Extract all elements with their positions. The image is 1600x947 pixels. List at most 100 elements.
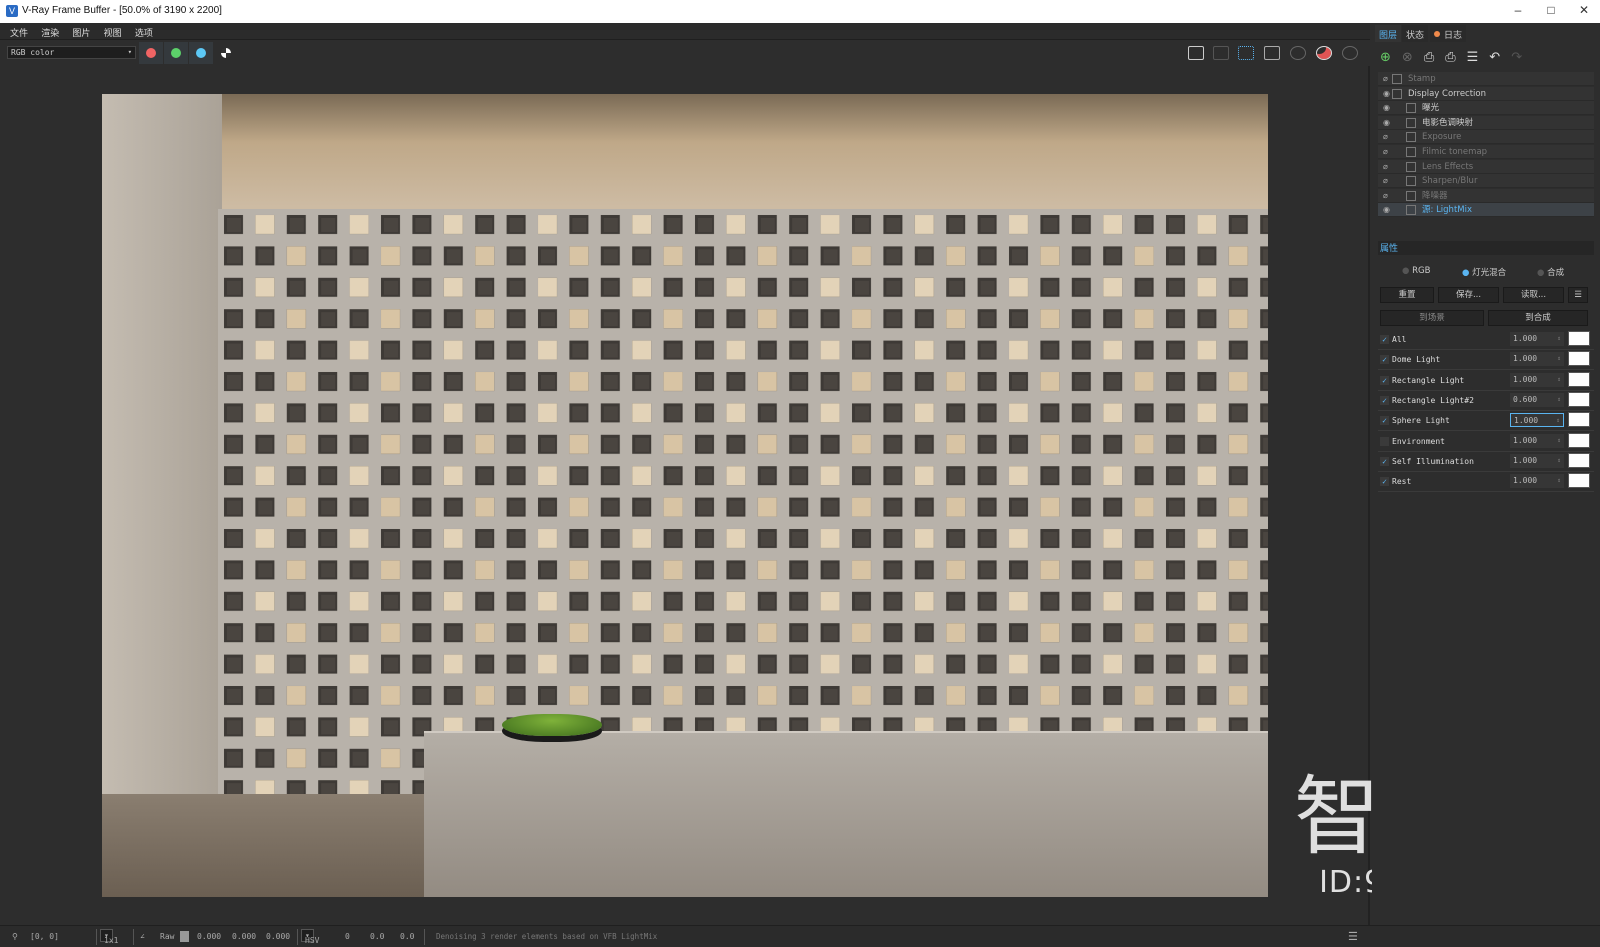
layer-row[interactable]: ◉ Display Correction [1378,86,1594,101]
light-checkbox[interactable] [1380,436,1389,446]
layer-row[interactable]: ⌀ Sharpen/Blur [1378,174,1594,189]
color-picker-icon[interactable]: ∠ [140,932,145,941]
light-color-swatch[interactable] [1568,452,1590,468]
panel-toggle-icon[interactable]: ☰ [1348,930,1358,943]
mode-lightmix-radio[interactable]: ● 灯光混合 [1462,266,1506,278]
maximize-button[interactable]: □ [1543,3,1559,17]
eye-icon[interactable]: ◉ [1383,203,1390,217]
blue-channel-button[interactable] [189,42,213,64]
eye-hidden-icon[interactable]: ⌀ [1383,72,1388,86]
channel-dropdown[interactable]: RGB color [7,46,136,59]
layer-row[interactable]: ◉ 电影色调映射 [1378,115,1594,130]
layer-row[interactable]: ⌀ Stamp [1378,72,1594,86]
red-channel-button[interactable] [139,42,163,64]
layer-row[interactable]: ◉ 曝光 [1378,101,1594,116]
layer-label: 电影色调映射 [1422,117,1474,128]
light-intensity-input[interactable]: 1.000 [1510,474,1564,489]
light-intensity-input[interactable]: 1.000 [1510,352,1564,367]
light-checkbox[interactable]: ✓ [1380,335,1389,344]
mode-rgb-radio[interactable]: ● RGB [1402,266,1430,276]
colorspace-value: HSV [305,936,320,945]
light-color-swatch[interactable] [1568,412,1590,428]
layer-list-icon[interactable]: ☰ [1467,50,1490,65]
light-color-swatch[interactable] [1568,473,1590,489]
zoom-dropdown[interactable]: 1x1 ▾ [100,929,118,945]
light-checkbox[interactable]: ✓ [1380,477,1389,487]
render-interactive-icon[interactable] [1342,46,1358,60]
to-composite-button[interactable]: 到合成 [1488,310,1588,326]
light-intensity-input[interactable]: 1.000 [1510,453,1564,468]
load-button[interactable]: 读取... [1503,287,1564,303]
lightmix-row: ✓ All 1.000 [1378,330,1594,350]
render-icon[interactable] [1290,46,1306,60]
mode-lightmix-label: 灯光混合 [1472,268,1507,278]
light-intensity-input[interactable]: 1.000 [1510,413,1564,428]
layer-row[interactable]: ⌀ Exposure [1378,130,1594,145]
light-intensity-input[interactable]: 1.000 [1510,433,1564,448]
light-color-swatch[interactable] [1568,391,1590,407]
light-checkbox[interactable]: ✓ [1380,456,1389,466]
menu-render[interactable]: 渲染 [41,26,59,39]
layer-row[interactable]: ⌀ Filmic tonemap [1378,145,1594,159]
alpha-icon [221,48,231,58]
light-intensity-input[interactable]: 0.600 [1510,392,1564,407]
light-intensity-input[interactable]: 1.000 [1510,372,1564,387]
light-checkbox[interactable]: ✓ [1380,375,1389,385]
eye-hidden-icon[interactable]: ⌀ [1383,130,1388,144]
eye-icon[interactable]: ◉ [1383,87,1390,101]
light-checkbox[interactable]: ✓ [1380,416,1389,426]
eye-hidden-icon[interactable]: ⌀ [1383,189,1388,203]
light-name: Dome Light [1392,355,1441,365]
layer-type-icon [1406,161,1416,172]
eye-icon[interactable]: ◉ [1383,116,1390,130]
light-checkbox[interactable]: ✓ [1380,355,1389,365]
minimize-button[interactable]: – [1510,3,1526,17]
light-color-swatch[interactable] [1568,432,1590,448]
colorspace-dropdown[interactable]: HSV ▾ [301,929,319,945]
mode-composite-radio[interactable]: ● 合成 [1537,266,1564,278]
eye-hidden-icon[interactable]: ⌀ [1383,160,1388,174]
menu-file[interactable]: 文件 [10,26,28,39]
light-color-swatch[interactable] [1568,371,1590,387]
eye-icon[interactable]: ◉ [1383,101,1390,115]
load-layers-icon[interactable]: ⎙ [1445,50,1466,65]
add-layer-icon[interactable]: ⊕ [1380,50,1402,65]
layer-label: Stamp [1408,74,1436,84]
save-icon[interactable] [1188,46,1204,60]
layer-row[interactable]: ⌀ 降噪器 [1378,188,1594,203]
light-intensity-input[interactable]: 1.000 [1510,332,1564,346]
delete-layer-icon[interactable]: ⊗ [1402,50,1424,65]
save-layers-icon[interactable]: ⎙ [1424,50,1445,65]
r-value: 0.000 [197,932,222,941]
tab-log[interactable]: 日志 [1430,25,1467,42]
green-channel-button[interactable] [164,42,188,64]
close-button[interactable]: ✕ [1576,3,1592,17]
light-checkbox[interactable]: ✓ [1380,395,1389,405]
menu-options[interactable]: 选项 [135,26,153,39]
redo-icon[interactable]: ↷ [1511,50,1533,65]
reset-button[interactable]: 重置 [1380,287,1434,303]
layer-row[interactable]: ◉ 源: LightMix [1378,203,1594,218]
save-button[interactable]: 保存... [1438,287,1499,303]
b-value: 0.000 [266,932,291,941]
clear-icon[interactable] [1213,46,1229,60]
render-stop-icon[interactable] [1316,46,1332,60]
light-color-swatch[interactable] [1568,351,1590,367]
menu-image[interactable]: 图片 [72,26,90,39]
light-color-swatch[interactable] [1568,331,1590,346]
light-name: Rest [1392,477,1412,487]
tab-layers[interactable]: 图层 [1375,25,1402,42]
tab-stats[interactable]: 状态 [1402,25,1429,42]
alpha-channel-button[interactable] [214,42,238,64]
undo-icon[interactable]: ↶ [1489,50,1511,65]
light-name: Environment [1392,436,1445,446]
options-menu-button[interactable]: ☰ [1568,287,1588,303]
region-select-icon[interactable] [1238,46,1254,60]
eye-hidden-icon[interactable]: ⌀ [1383,145,1388,159]
eye-hidden-icon[interactable]: ⌀ [1383,174,1388,188]
display-icon[interactable] [1264,46,1280,60]
menu-view[interactable]: 视图 [104,26,122,39]
to-scene-button[interactable]: 到场景 [1380,310,1484,326]
layer-row[interactable]: ⌀ Lens Effects [1378,159,1594,174]
pin-icon[interactable]: ⚲ [12,932,18,941]
